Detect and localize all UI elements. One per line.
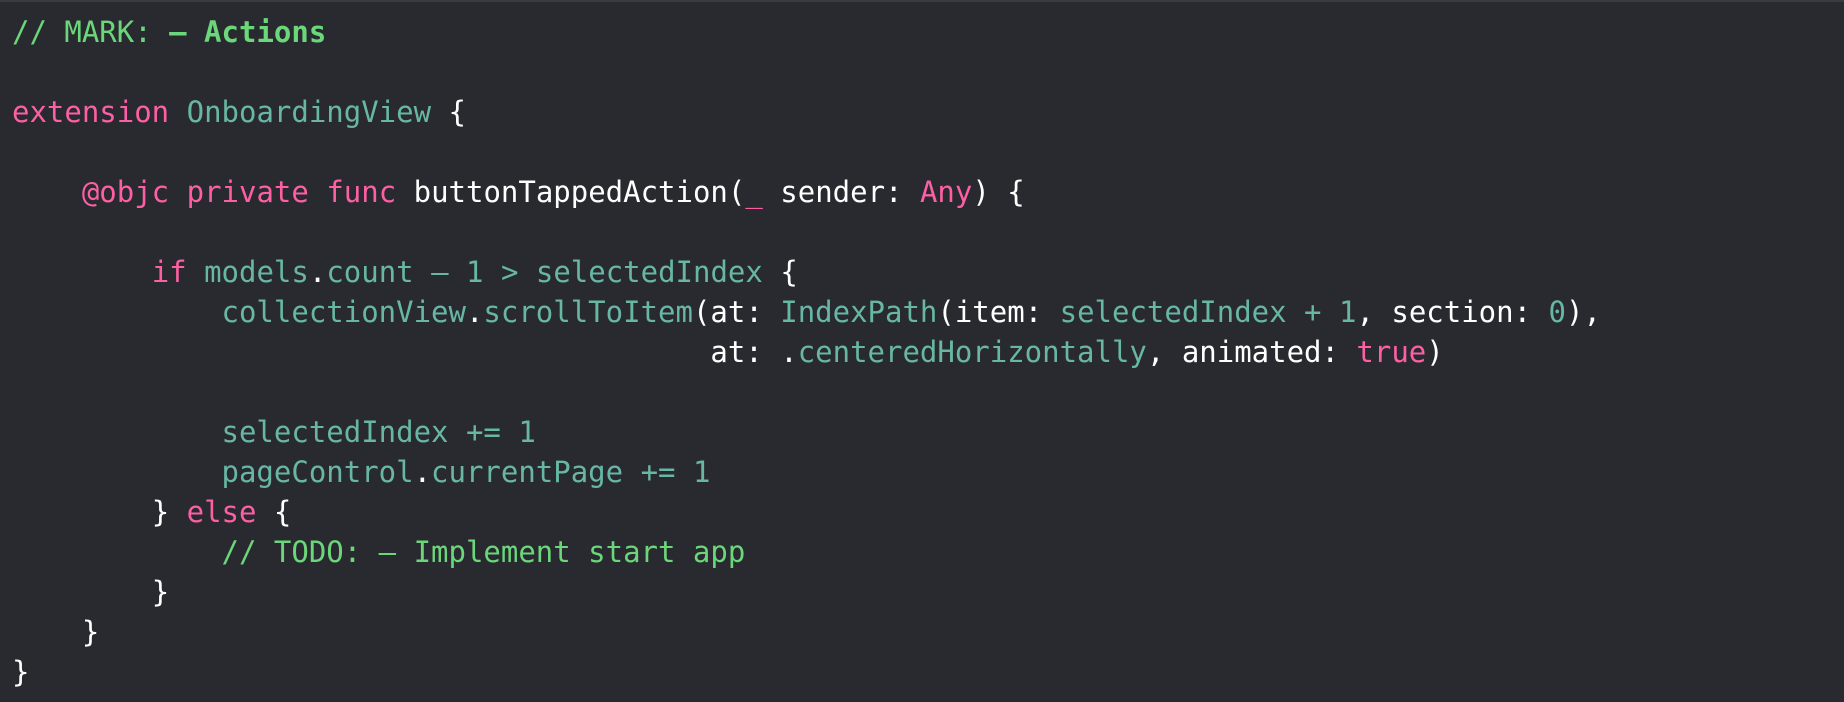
code-line[interactable]: selectedIndex += 1 bbox=[12, 412, 1601, 452]
code-line[interactable]: if models.count – 1 > selectedIndex { bbox=[12, 252, 1601, 292]
code-token-member: – bbox=[413, 255, 467, 289]
code-token-keyword: extension bbox=[12, 95, 170, 129]
code-token-ident: selectedIndex bbox=[1059, 295, 1287, 329]
code-token-plain: . bbox=[308, 255, 327, 289]
code-token-member: scrollToItem bbox=[483, 295, 693, 329]
code-line[interactable]: } else { bbox=[12, 492, 1601, 532]
code-token-member: += bbox=[623, 455, 693, 489]
code-line[interactable]: // TODO: – Implement start app bbox=[12, 532, 1601, 572]
code-token-plain: { bbox=[762, 255, 798, 289]
code-token-plain: ) { bbox=[972, 175, 1025, 209]
code-token-number: 1 bbox=[692, 455, 711, 489]
code-token-ident: selectedIndex bbox=[221, 415, 449, 449]
code-token-cls: IndexPath bbox=[780, 295, 938, 329]
code-token-number: 1 bbox=[518, 415, 536, 449]
code-token-cls: OnboardingView bbox=[186, 95, 432, 129]
code-token-plain: . bbox=[465, 295, 484, 329]
code-token-ident: pageControl bbox=[221, 455, 414, 489]
code-token-plain: { bbox=[256, 495, 292, 529]
code-token-plain: , animated: bbox=[1146, 335, 1357, 369]
code-line[interactable]: } bbox=[12, 612, 1601, 652]
code-line[interactable]: @objc private func buttonTappedAction(_ … bbox=[12, 172, 1601, 212]
code-token-member: currentPage bbox=[431, 455, 624, 489]
code-line[interactable]: } bbox=[12, 652, 1601, 692]
code-line[interactable] bbox=[12, 52, 1601, 92]
code-line[interactable] bbox=[12, 132, 1601, 172]
code-token-todo: // TODO: – Implement start app bbox=[221, 535, 746, 569]
code-token-plain: . bbox=[413, 455, 432, 489]
code-token-member: count bbox=[326, 255, 414, 289]
code-line[interactable] bbox=[12, 212, 1601, 252]
code-line[interactable]: at: .centeredHorizontally, animated: tru… bbox=[12, 332, 1601, 372]
code-token-member: > bbox=[483, 255, 536, 289]
code-token-keyword: true bbox=[1356, 335, 1427, 369]
code-token-keyword: else bbox=[186, 495, 257, 529]
code-editor[interactable]: // MARK: – Actions extension OnboardingVi… bbox=[0, 0, 1844, 702]
code-line[interactable] bbox=[12, 372, 1601, 412]
code-token-number: 0 bbox=[1548, 295, 1566, 329]
code-token-mark: // MARK: bbox=[12, 15, 170, 49]
code-token-keyword: _ bbox=[745, 175, 763, 209]
code-line[interactable]: } bbox=[12, 572, 1601, 612]
code-line[interactable]: collectionView.scrollToItem(at: IndexPat… bbox=[12, 292, 1601, 332]
code-token-plain: } bbox=[12, 655, 30, 689]
code-token-plain: sender: bbox=[762, 175, 920, 209]
code-token-member: centeredHorizontally bbox=[797, 335, 1147, 369]
code-token-plain: (item: bbox=[937, 295, 1060, 329]
code-token-plain: } bbox=[151, 575, 170, 609]
code-token-plain: at: . bbox=[710, 335, 798, 369]
code-token-ident: selectedIndex bbox=[535, 255, 763, 289]
code-token-plain: buttonTappedAction( bbox=[396, 175, 746, 209]
code-token-number: 1 bbox=[466, 255, 484, 289]
code-line[interactable]: extension OnboardingView { bbox=[12, 92, 1601, 132]
code-token-markbold: – Actions bbox=[169, 15, 327, 49]
code-line[interactable]: // MARK: – Actions bbox=[12, 12, 1601, 52]
code-token-member: + bbox=[1286, 295, 1339, 329]
code-token-attr: @objc bbox=[81, 175, 170, 209]
code-token-keyword: Any bbox=[919, 175, 973, 209]
code-token-keyword: func bbox=[326, 175, 397, 209]
code-token-plain: ), bbox=[1565, 295, 1601, 329]
code-token-plain: (at: bbox=[692, 295, 781, 329]
source-code-area[interactable]: // MARK: – Actions extension OnboardingVi… bbox=[12, 12, 1601, 692]
code-token-plain: } bbox=[151, 495, 187, 529]
code-token-plain: ) bbox=[1426, 335, 1444, 369]
code-token-ident: collectionView bbox=[221, 295, 466, 329]
code-token-plain: , section: bbox=[1356, 295, 1549, 329]
code-token-plain: } bbox=[81, 615, 100, 649]
code-token-number: 1 bbox=[1338, 295, 1357, 329]
code-token-plain: { bbox=[431, 95, 466, 129]
code-token-keyword: if bbox=[151, 255, 187, 289]
code-token-member: += bbox=[448, 415, 519, 449]
code-token-ident: models bbox=[204, 255, 309, 289]
code-token-keyword: private bbox=[186, 175, 309, 209]
code-line[interactable]: pageControl.currentPage += 1 bbox=[12, 452, 1601, 492]
